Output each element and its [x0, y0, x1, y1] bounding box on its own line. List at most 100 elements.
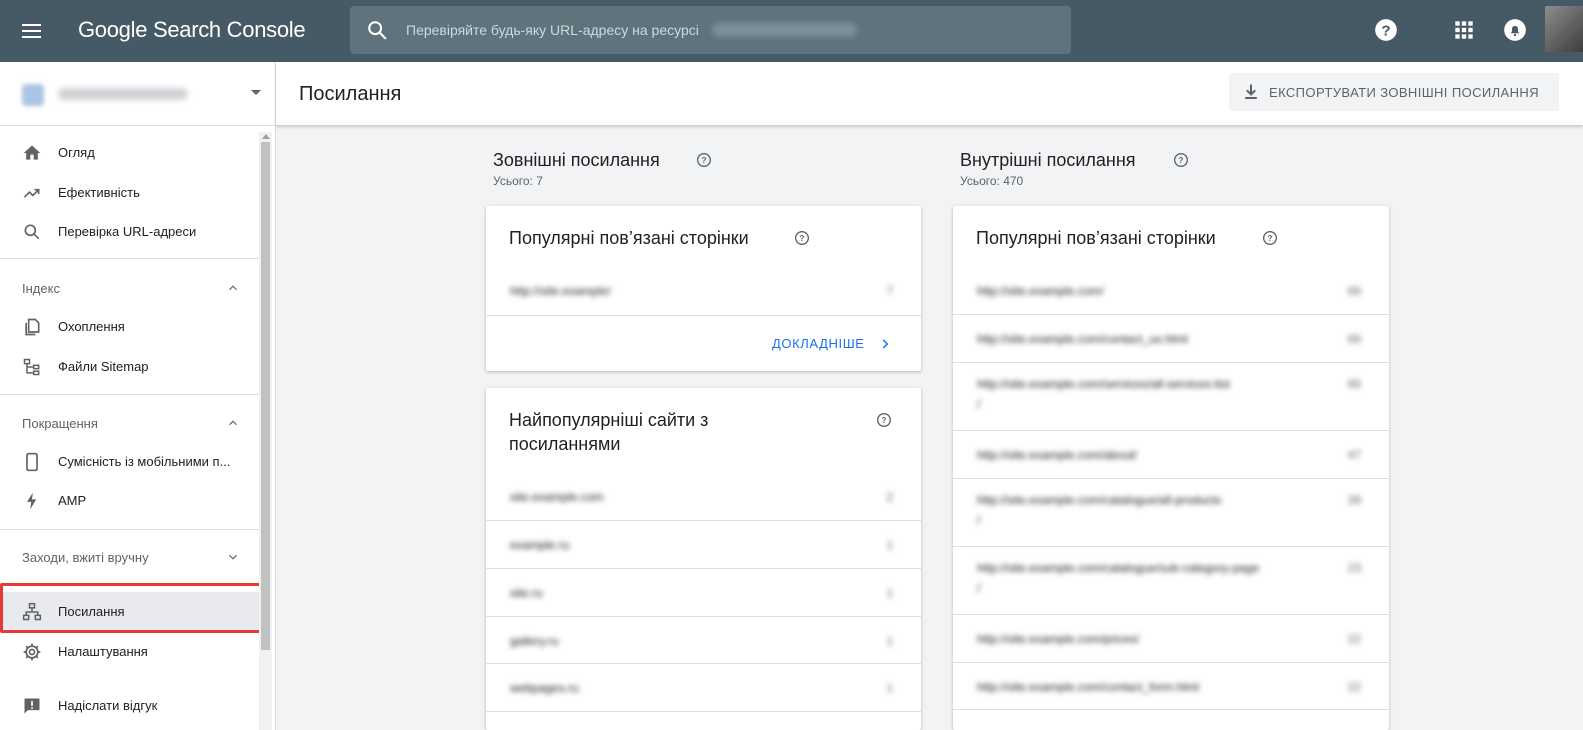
external-top-pages-card: Популярні пов’язані сторінки ? http://si…: [486, 206, 921, 371]
sidebar-item-mobile-usability[interactable]: Сумісність із мобільними п...: [0, 442, 262, 482]
internal-links-total: Усього: 470: [960, 174, 1024, 188]
sidebar-item-label: Охоплення: [58, 319, 125, 334]
row-count: 22: [1347, 680, 1361, 694]
svg-text:?: ?: [702, 156, 707, 165]
internal-links-title: Внутрішні посилання: [960, 150, 1136, 170]
row-site: site.example.com: [510, 490, 604, 504]
divider: [0, 529, 262, 530]
hamburger-menu-icon[interactable]: [18, 17, 46, 45]
product-logo[interactable]: Google Search Console: [78, 17, 306, 43]
export-button-label: ЕКСПОРТУВАТИ ЗОВНІШНІ ПОСИЛАННЯ: [1269, 85, 1539, 100]
row-count: 39: [1347, 493, 1361, 507]
section-label: Заходи, вжиті вручну: [22, 550, 149, 565]
table-row[interactable]: site.example.com 2: [486, 473, 921, 521]
external-links-title: Зовнішні посилання: [493, 150, 660, 170]
table-row[interactable]: example.ru 1: [486, 521, 921, 569]
row-site: gallery.ru: [510, 634, 559, 648]
table-row[interactable]: gallery.ru 1: [486, 617, 921, 664]
table-row[interactable]: http://site.example.com/services/all-ser…: [953, 363, 1389, 431]
scrollbar-thumb[interactable]: [261, 142, 270, 650]
svg-text:?: ?: [882, 416, 887, 425]
row-url-continued: /: [977, 397, 981, 411]
sidebar-scrollbar[interactable]: [259, 132, 272, 730]
sidebar-item-amp[interactable]: AMP: [0, 481, 262, 521]
row-url: http://site.example.com/catalogue/sub-ca…: [977, 561, 1260, 575]
page-title: Посилання: [299, 83, 402, 105]
help-circle-icon[interactable]: ?: [1173, 152, 1189, 168]
table-row[interactable]: http://site.example.com/prices/ 22: [953, 615, 1389, 663]
help-icon[interactable]: ?: [1373, 17, 1399, 43]
export-external-links-button[interactable]: ЕКСПОРТУВАТИ ЗОВНІШНІ ПОСИЛАННЯ: [1229, 73, 1559, 111]
external-links-total: Усього: 7: [493, 174, 543, 188]
chevron-right-icon[interactable]: [878, 337, 892, 351]
page-header: Посилання ЕКСПОРТУВАТИ ЗОВНІШНІ ПОСИЛАНН…: [276, 62, 1583, 125]
sidebar-item-overview[interactable]: Огляд: [0, 133, 262, 173]
row-count: 23: [1347, 561, 1361, 575]
row-count: 2: [886, 490, 893, 504]
caret-down-icon: [251, 90, 261, 95]
help-circle-icon[interactable]: ?: [794, 230, 810, 246]
apps-grid-icon[interactable]: [1451, 17, 1477, 43]
row-url: http://site.example.com/services/all-ser…: [977, 377, 1230, 391]
card-title-line-1: Найпопулярніші сайти з: [509, 410, 709, 430]
row-url: http://site.example.com/: [977, 284, 1104, 298]
table-row[interactable]: site.ru 1: [486, 569, 921, 617]
row-count: 66: [1347, 332, 1361, 346]
row-url: http://site.example.com/contact_us.html: [977, 332, 1188, 346]
sidebar-item-settings[interactable]: Налаштування: [0, 632, 262, 672]
smartphone-icon: [26, 452, 38, 472]
card-title: Популярні пов’язані сторінки: [509, 228, 749, 248]
table-row[interactable]: http://site.example/ 7: [486, 267, 921, 316]
section-index-toggle[interactable]: Індекс: [0, 268, 262, 308]
table-row[interactable]: http://site.example.com/catalogue/sub-ca…: [953, 547, 1389, 615]
sidebar-item-sitemaps[interactable]: Файли Sitemap: [0, 347, 262, 387]
row-url: http://site.example.com/prices/: [977, 632, 1140, 646]
sidebar-item-label: AMP: [58, 493, 87, 508]
row-site: example.ru: [510, 538, 570, 552]
help-circle-icon[interactable]: ?: [1262, 230, 1278, 246]
row-count: 66: [1347, 377, 1361, 391]
notifications-bell-icon[interactable]: [1502, 17, 1528, 43]
table-row[interactable]: http://site.example.com/catalogue/all-pr…: [953, 479, 1389, 547]
row-url: http://site.example.com/catalogue/all-pr…: [977, 493, 1222, 507]
row-count: 22: [1347, 632, 1361, 646]
row-count: 1: [886, 634, 893, 648]
section-enhancements-toggle[interactable]: Покращення: [0, 403, 262, 443]
chevron-up-icon: [229, 285, 237, 291]
help-circle-icon[interactable]: ?: [696, 152, 712, 168]
row-count: 7: [886, 284, 893, 298]
row-url-continued: /: [977, 581, 981, 595]
divider: [0, 394, 262, 395]
row-count: 47: [1347, 448, 1361, 462]
table-row[interactable]: http://site.example.com/ 66: [953, 267, 1389, 315]
sidebar-item-label: Надіслати відгук: [58, 698, 158, 713]
sidebar-item-label: Сумісність із мобільними п...: [58, 454, 231, 469]
sidebar-item-label: Перевірка URL-адреси: [58, 224, 197, 239]
more-details-link[interactable]: ДОКЛАДНІШЕ: [772, 336, 865, 351]
section-label: Індекс: [22, 281, 60, 296]
row-count: 1: [886, 586, 893, 600]
row-url: http://site.example.com/contact_form.htm…: [977, 680, 1200, 694]
sidebar-item-feedback[interactable]: Надіслати відгук: [0, 686, 262, 726]
table-row[interactable]: http://site.example.com/about/ 47: [953, 431, 1389, 479]
card-title: Популярні пов’язані сторінки: [976, 228, 1216, 248]
sidebar-item-coverage[interactable]: Охоплення: [0, 307, 262, 347]
search-input[interactable]: Перевіряйте будь-яку URL-адресу на ресур…: [406, 22, 699, 38]
url-inspection-search[interactable]: Перевіряйте будь-яку URL-адресу на ресур…: [350, 6, 1071, 54]
table-row[interactable]: http://site.example.com/contact_us.html …: [953, 315, 1389, 363]
row-site: site.ru: [510, 586, 543, 600]
sidebar-item-label: Ефективність: [58, 185, 140, 200]
scroll-up-arrow-icon[interactable]: [262, 134, 270, 139]
row-count: 1: [886, 681, 893, 695]
card-title-line-2: посиланнями: [509, 434, 621, 454]
section-manual-actions-toggle[interactable]: Заходи, вжиті вручну: [0, 537, 262, 577]
sidebar-item-performance[interactable]: Ефективність: [0, 173, 262, 213]
table-row[interactable]: webpages.ru 1: [486, 664, 921, 712]
help-circle-icon[interactable]: ?: [876, 412, 892, 428]
table-row[interactable]: http://site.example.com/contact_form.htm…: [953, 663, 1389, 710]
row-url: http://site.example/: [510, 284, 611, 298]
property-selector[interactable]: [0, 62, 275, 126]
account-avatar[interactable]: [1545, 6, 1583, 52]
sidebar-item-url-inspection[interactable]: Перевірка URL-адреси: [0, 212, 262, 252]
home-icon: [23, 145, 41, 160]
